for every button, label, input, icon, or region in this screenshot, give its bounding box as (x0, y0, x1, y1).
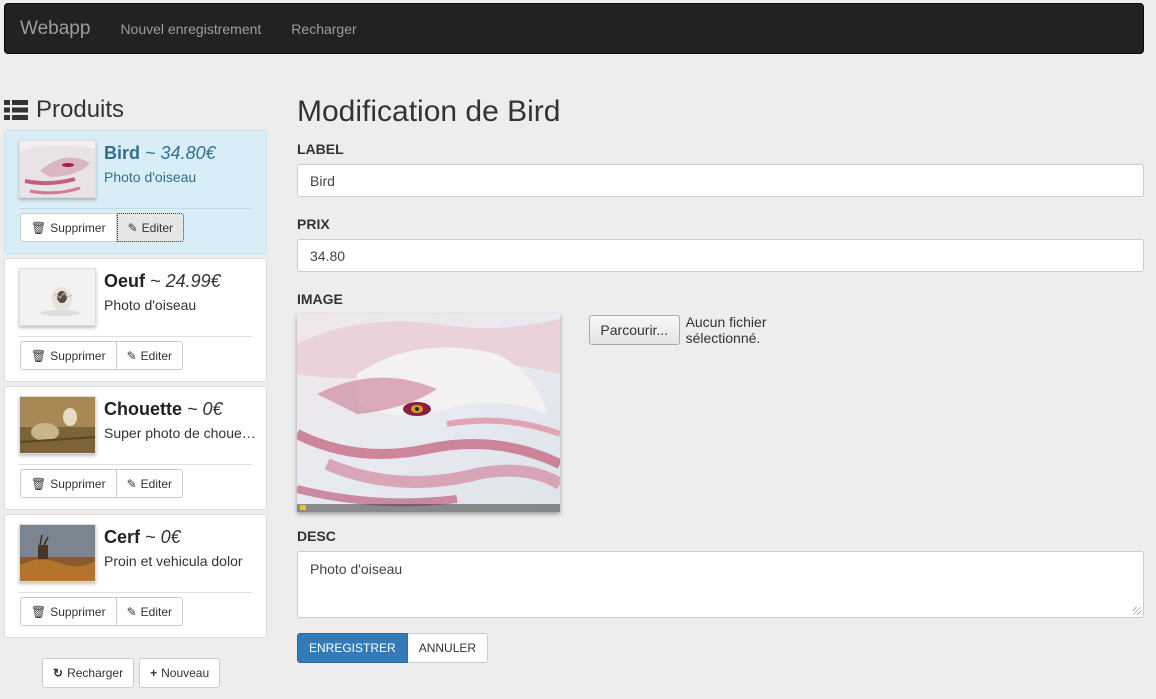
new-button[interactable]: + Nouveau (139, 658, 221, 688)
trash-icon: 🗑 (31, 604, 47, 619)
product-description: Proin et vehicula dolor (104, 553, 243, 569)
product-heading: Chouette ~ 0€ (104, 399, 223, 420)
product-actions: 🗑 Supprimer ✎ Editer (20, 341, 184, 370)
pencil-icon: ✎ (126, 348, 137, 363)
label-group: LABEL Bird (297, 141, 1144, 197)
product-description: Super photo de chouette (104, 425, 256, 441)
reload-label: Recharger (67, 666, 124, 680)
edit-button[interactable]: ✎ Editer (116, 597, 184, 626)
product-heading: Cerf ~ 0€ (104, 527, 181, 548)
plus-icon: + (150, 666, 158, 680)
desc-textarea[interactable]: Photo d'oiseau (297, 551, 1144, 618)
pencil-icon: ✎ (127, 220, 138, 235)
product-thumbnail (19, 140, 96, 198)
edit-label: Editer (140, 348, 173, 363)
product-price: 24.99€ (165, 271, 221, 291)
refresh-icon: ↻ (53, 666, 64, 680)
product-actions: 🗑 Supprimer ✎ Editer (20, 469, 184, 498)
edit-label: Editer (140, 604, 173, 619)
product-description: Photo d'oiseau (104, 297, 197, 313)
form-actions: ENREGISTRER ANNULER (297, 633, 489, 663)
trash-icon: 🗑 (31, 348, 47, 363)
product-item-chouette[interactable]: Chouette ~ 0€ Super photo de chouette 🗑 S… (4, 386, 267, 510)
product-separator: ~ (187, 399, 198, 419)
top-navbar: Webapp Nouvel enregistrement Recharger (4, 3, 1144, 54)
trash-icon: 🗑 (31, 476, 47, 491)
product-list: Bird ~ 34.80€ Photo d'oiseau 🗑 Supprimer … (4, 130, 267, 642)
product-actions: 🗑 Supprimer ✎ Editer (20, 597, 184, 626)
nav-new-record[interactable]: Nouvel enregistrement (120, 21, 261, 37)
page-title: Modification de Bird (297, 95, 561, 128)
edit-button[interactable]: ✎ Editer (116, 213, 185, 242)
file-upload-row: Parcourir... Aucun fichier sélectionné. (589, 314, 798, 346)
product-thumbnail (19, 268, 96, 326)
product-item-oeuf[interactable]: Oeuf ~ 24.99€ Photo d'oiseau 🗑 Supprimer … (4, 258, 267, 382)
edit-button[interactable]: ✎ Editer (116, 341, 184, 370)
resize-grip-icon[interactable] (1133, 607, 1141, 615)
delete-label: Supprimer (50, 604, 106, 619)
trash-icon: 🗑 (31, 220, 47, 235)
delete-button[interactable]: 🗑 Supprimer (20, 469, 117, 498)
product-name: Bird (104, 143, 140, 163)
save-button[interactable]: ENREGISTRER (297, 633, 408, 663)
product-thumbnail (19, 396, 96, 454)
list-icon (4, 100, 28, 120)
edit-form: Modification de Bird LABEL Bird PRIX 34.… (297, 95, 1144, 663)
new-label: Nouveau (161, 666, 210, 680)
divider (19, 336, 252, 337)
product-price: 0€ (160, 527, 181, 547)
delete-button[interactable]: 🗑 Supprimer (20, 213, 117, 242)
sidebar-title: Produits (4, 96, 124, 124)
edit-label: Editer (141, 220, 174, 235)
pencil-icon: ✎ (126, 476, 137, 491)
cancel-button[interactable]: ANNULER (407, 633, 489, 663)
sidebar-title-text: Produits (36, 96, 125, 123)
desc-field-label: DESC (297, 528, 336, 544)
product-name: Cerf (104, 527, 141, 547)
edit-button[interactable]: ✎ Editer (116, 469, 184, 498)
divider (19, 464, 252, 465)
divider (19, 592, 252, 593)
label-field-label: LABEL (297, 141, 344, 157)
product-actions: 🗑 Supprimer ✎ Editer (20, 213, 185, 242)
product-item-cerf[interactable]: Cerf ~ 0€ Proin et vehicula dolor 🗑 Suppr… (4, 514, 267, 638)
desc-group: DESC Photo d'oiseau (297, 528, 1144, 618)
desc-text: Photo d'oiseau (310, 561, 403, 577)
product-heading: Oeuf ~ 24.99€ (104, 271, 221, 292)
divider (19, 208, 252, 209)
price-input[interactable]: 34.80 (297, 239, 1144, 272)
product-name: Chouette (104, 399, 182, 419)
edit-label: Editer (140, 476, 173, 491)
delete-label: Supprimer (50, 348, 106, 363)
product-thumbnail (19, 524, 96, 582)
product-item-bird[interactable]: Bird ~ 34.80€ Photo d'oiseau 🗑 Supprimer … (4, 130, 267, 254)
pencil-icon: ✎ (126, 604, 137, 619)
sidebar-footer-actions: ↻ Recharger + Nouveau (42, 658, 221, 688)
file-status-text: Aucun fichier sélectionné. (685, 314, 767, 346)
product-description: Photo d'oiseau (104, 169, 197, 185)
label-input[interactable]: Bird (297, 164, 1144, 197)
price-field-label: PRIX (297, 216, 330, 232)
product-name: Oeuf (104, 271, 146, 291)
delete-button[interactable]: 🗑 Supprimer (20, 341, 117, 370)
product-separator: ~ (150, 271, 161, 291)
image-preview (297, 314, 560, 512)
product-price: 34.80€ (160, 143, 216, 163)
product-separator: ~ (145, 143, 156, 163)
product-heading: Bird ~ 34.80€ (104, 143, 216, 164)
price-group: PRIX 34.80 (297, 216, 1144, 272)
product-price: 0€ (202, 399, 223, 419)
browse-button[interactable]: Parcourir... (589, 315, 680, 345)
delete-label: Supprimer (50, 476, 106, 491)
product-separator: ~ (145, 527, 156, 547)
reload-button[interactable]: ↻ Recharger (42, 658, 135, 688)
delete-button[interactable]: 🗑 Supprimer (20, 597, 117, 626)
delete-label: Supprimer (50, 220, 106, 235)
brand-link[interactable]: Webapp (20, 18, 90, 40)
nav-reload[interactable]: Recharger (291, 21, 356, 37)
image-group: IMAGE Parcourir... Aucun fichier sélecti… (297, 291, 767, 512)
image-field-label: IMAGE (297, 291, 343, 307)
